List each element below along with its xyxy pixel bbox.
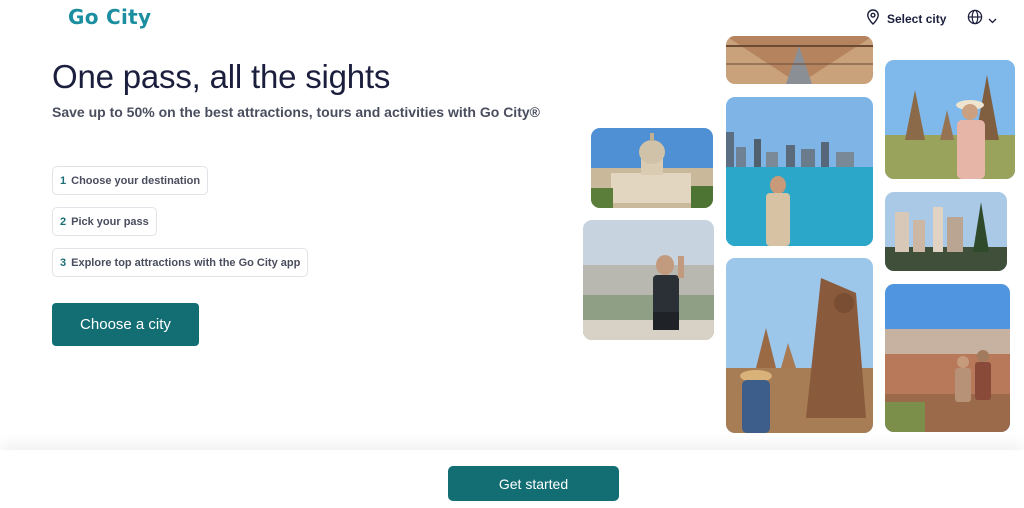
go-city-logo[interactable]: Go City bbox=[68, 5, 151, 29]
st-pauls-cathedral-photo bbox=[591, 128, 713, 208]
grand-canyon-photo bbox=[885, 284, 1010, 432]
step-label: Pick your pass bbox=[71, 215, 149, 228]
las-vegas-photo bbox=[885, 192, 1007, 271]
page-title: One pass, all the sights bbox=[52, 58, 391, 95]
get-started-button[interactable]: Get started bbox=[448, 466, 619, 501]
sukhothai-temple-photo bbox=[726, 258, 873, 433]
language-selector[interactable] bbox=[967, 9, 997, 30]
chevron-down-icon bbox=[988, 11, 997, 29]
step-explore-attractions: 3 Explore top attractions with the Go Ci… bbox=[52, 248, 309, 277]
step-label: Explore top attractions with the Go City… bbox=[71, 256, 301, 269]
sticky-footer: Get started bbox=[0, 450, 1024, 508]
step-number: 1 bbox=[60, 174, 67, 187]
globe-icon bbox=[967, 9, 983, 30]
page-subtitle: Save up to 50% on the best attractions, … bbox=[52, 104, 540, 120]
step-choose-destination: 1 Choose your destination bbox=[52, 166, 209, 195]
city-selfie-photo bbox=[583, 220, 714, 340]
step-number: 3 bbox=[60, 256, 67, 269]
location-pin-icon bbox=[866, 9, 880, 28]
site-header: Go City Select city bbox=[0, 0, 1024, 36]
choose-city-button[interactable]: Choose a city bbox=[52, 303, 199, 346]
ayutthaya-temple-photo bbox=[885, 60, 1015, 179]
step-number: 2 bbox=[60, 215, 67, 228]
chicago-skyline-photo bbox=[726, 97, 873, 246]
step-label: Choose your destination bbox=[71, 174, 201, 187]
select-city-label: Select city bbox=[887, 11, 947, 26]
select-city-button[interactable]: Select city bbox=[866, 9, 946, 28]
brooklyn-bridge-photo bbox=[726, 36, 873, 84]
step-pick-pass: 2 Pick your pass bbox=[52, 207, 157, 236]
